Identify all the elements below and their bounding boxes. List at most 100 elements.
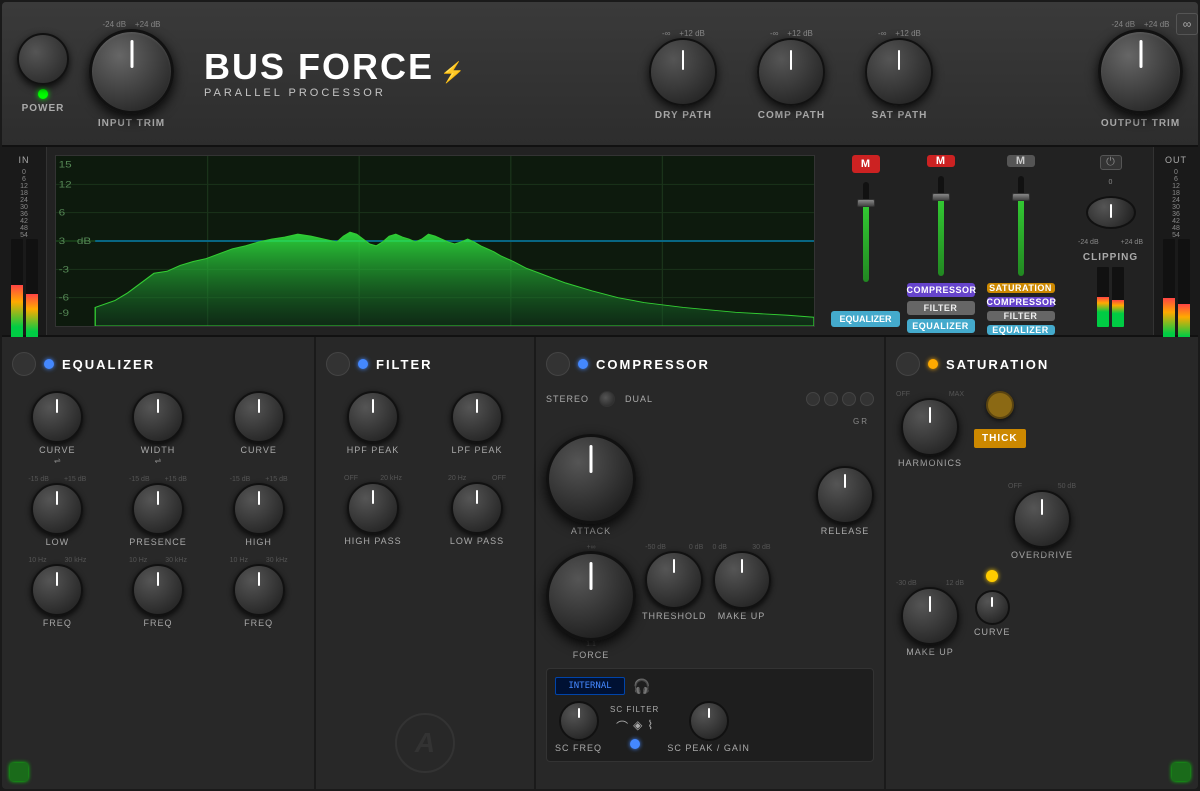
force-knob[interactable] bbox=[546, 551, 636, 641]
comp-icon bbox=[546, 352, 570, 376]
force-label: FORCE bbox=[573, 650, 610, 660]
channel-strips: M EQUALIZER M COMPRESS bbox=[823, 147, 1068, 335]
eq-freq2-knob[interactable] bbox=[132, 564, 184, 616]
fader-thumb-2[interactable] bbox=[932, 193, 950, 201]
eq-curve1-knob[interactable] bbox=[31, 391, 83, 443]
sat-strip-btn[interactable]: SATURATION bbox=[987, 283, 1055, 293]
harmonics-label: HARMONICS bbox=[898, 458, 962, 468]
filter-strip-btn-2[interactable]: FILTER bbox=[987, 311, 1055, 321]
gr-dot-2 bbox=[824, 392, 838, 406]
threshold-label: THRESHOLD bbox=[642, 611, 707, 621]
makeup-knob[interactable] bbox=[713, 551, 771, 609]
hpf-peak-knob[interactable] bbox=[347, 391, 399, 443]
comp-strip-btn[interactable]: COMPRESSOR bbox=[907, 283, 975, 297]
fader-track-1 bbox=[863, 182, 869, 282]
clipping-knob[interactable] bbox=[1086, 196, 1136, 229]
power-knob[interactable] bbox=[17, 33, 69, 85]
sc-peak-knob[interactable] bbox=[689, 701, 729, 741]
mute-btn-2[interactable]: M bbox=[927, 155, 955, 167]
clipping-power-btn[interactable]: ⏻ bbox=[1100, 155, 1122, 170]
sc-symbol-3: ⌇ bbox=[647, 718, 653, 735]
eq-row1: CURVE ⇌ WIDTH ⇌ CURVE bbox=[12, 391, 304, 466]
eq-high-label: HIGH bbox=[245, 537, 272, 547]
eq-low-cell: -15 dB+15 dB LOW bbox=[12, 476, 103, 547]
equalizer-panel: EQUALIZER CURVE ⇌ WIDTH ⇌ CURVE bbox=[2, 337, 316, 791]
sc-symbol-1: ⌒ bbox=[616, 718, 628, 735]
comp-path-label: COMP PATH bbox=[758, 110, 825, 121]
eq-high-knob[interactable] bbox=[233, 483, 285, 535]
mute-btn-3[interactable]: M bbox=[1007, 155, 1035, 167]
dry-path-knob[interactable] bbox=[649, 38, 717, 106]
comp-path-scale: -∞ +12 dB bbox=[770, 29, 813, 38]
eq-freq1-knob[interactable] bbox=[31, 564, 83, 616]
fader-thumb-3[interactable] bbox=[1012, 193, 1030, 201]
fader-1 bbox=[828, 177, 903, 311]
output-trim-knob[interactable] bbox=[1098, 29, 1183, 114]
low-pass-knob[interactable] bbox=[451, 482, 503, 534]
dry-path-section: -∞ +12 dB DRY PATH bbox=[649, 27, 717, 121]
channel-strip-eq: M EQUALIZER bbox=[828, 147, 903, 335]
eq-freq3-knob[interactable] bbox=[233, 564, 285, 616]
filter-header: FILTER bbox=[326, 352, 524, 376]
sc-top-row: INTERNAL 🎧 bbox=[555, 677, 865, 695]
input-trim-section: -24 dB +24 dB INPUT TRIM bbox=[89, 18, 174, 129]
eq-icon bbox=[12, 352, 36, 376]
makeup-cell: 0 dB30 dB MAKE UP bbox=[713, 544, 771, 660]
eq-low-knob[interactable] bbox=[31, 483, 83, 535]
svg-text:15: 15 bbox=[59, 161, 72, 170]
eq-width-knob[interactable] bbox=[132, 391, 184, 443]
eq-freq2-label: FREQ bbox=[143, 618, 172, 628]
eq-led[interactable] bbox=[44, 359, 54, 369]
saturation-panel: SATURATION OFFMAX HARMONICS THICK OFF50 … bbox=[886, 337, 1198, 791]
input-trim-knob[interactable] bbox=[89, 29, 174, 114]
corner-led-bl bbox=[10, 763, 28, 781]
stereo-dual-knob[interactable] bbox=[599, 391, 615, 407]
eq-title: EQUALIZER bbox=[62, 357, 155, 372]
fader-2 bbox=[903, 171, 978, 281]
sat-led[interactable] bbox=[928, 359, 938, 369]
thick-button[interactable]: THICK bbox=[974, 429, 1026, 448]
eq-high-cell: -15 dB+15 dB HIGH bbox=[213, 476, 304, 547]
fader-thumb-1[interactable] bbox=[857, 199, 875, 207]
comp-header: COMPRESSOR bbox=[546, 352, 874, 376]
release-cell: RELEASE bbox=[816, 466, 874, 536]
comp-strip-btn-2[interactable]: COMPRESSOR bbox=[987, 297, 1055, 307]
comp-led[interactable] bbox=[578, 359, 588, 369]
eq-strip-btn-2[interactable]: EQUALIZER bbox=[987, 325, 1055, 335]
overdrive-knob[interactable] bbox=[1013, 490, 1071, 548]
mute-btn-1[interactable]: M bbox=[852, 155, 880, 173]
sc-freq-knob[interactable] bbox=[559, 701, 599, 741]
eq-strip-btn[interactable]: EQUALIZER bbox=[907, 319, 975, 333]
curve-knob[interactable] bbox=[975, 590, 1010, 625]
filter-icon bbox=[326, 352, 350, 376]
eq-presence-knob[interactable] bbox=[132, 483, 184, 535]
eq-width-label: WIDTH bbox=[141, 445, 176, 455]
eq-freq1-label: FREQ bbox=[43, 618, 72, 628]
eq-curve2-knob[interactable] bbox=[233, 391, 285, 443]
threshold-knob[interactable] bbox=[645, 551, 703, 609]
eq-strip-label[interactable]: EQUALIZER bbox=[831, 311, 899, 327]
link-button[interactable]: ∞ bbox=[1176, 13, 1198, 35]
attack-knob[interactable] bbox=[546, 434, 636, 524]
filter-strip-btn[interactable]: FILTER bbox=[907, 301, 975, 315]
high-pass-knob[interactable] bbox=[347, 482, 399, 534]
sat-makeup-knob[interactable] bbox=[901, 587, 959, 645]
comp-path-knob[interactable] bbox=[757, 38, 825, 106]
harmonics-knob[interactable] bbox=[901, 398, 959, 456]
attack-cell: ATTACK bbox=[546, 434, 636, 536]
svg-text:-9: -9 bbox=[59, 309, 70, 318]
thick-round-btn[interactable] bbox=[986, 391, 1014, 419]
channel-strip-sat: M SATURATION COMPRESSOR FILTER EQUALIZER bbox=[978, 147, 1063, 335]
fader-fill-1 bbox=[863, 202, 869, 282]
sat-path-knob[interactable] bbox=[865, 38, 933, 106]
filter-title: FILTER bbox=[376, 357, 433, 372]
lpf-peak-knob[interactable] bbox=[451, 391, 503, 443]
sc-led[interactable] bbox=[630, 739, 640, 749]
eq-curve1-cell: CURVE ⇌ bbox=[12, 391, 103, 466]
filter-row1: HPF PEAK LPF PEAK bbox=[326, 391, 524, 455]
filter-led[interactable] bbox=[358, 359, 368, 369]
comp-path-section: -∞ +12 dB COMP PATH bbox=[757, 27, 825, 121]
release-knob[interactable] bbox=[816, 466, 874, 524]
sc-peak-label: SC PEAK / GAIN bbox=[667, 743, 750, 753]
eq-low-label: LOW bbox=[46, 537, 70, 547]
